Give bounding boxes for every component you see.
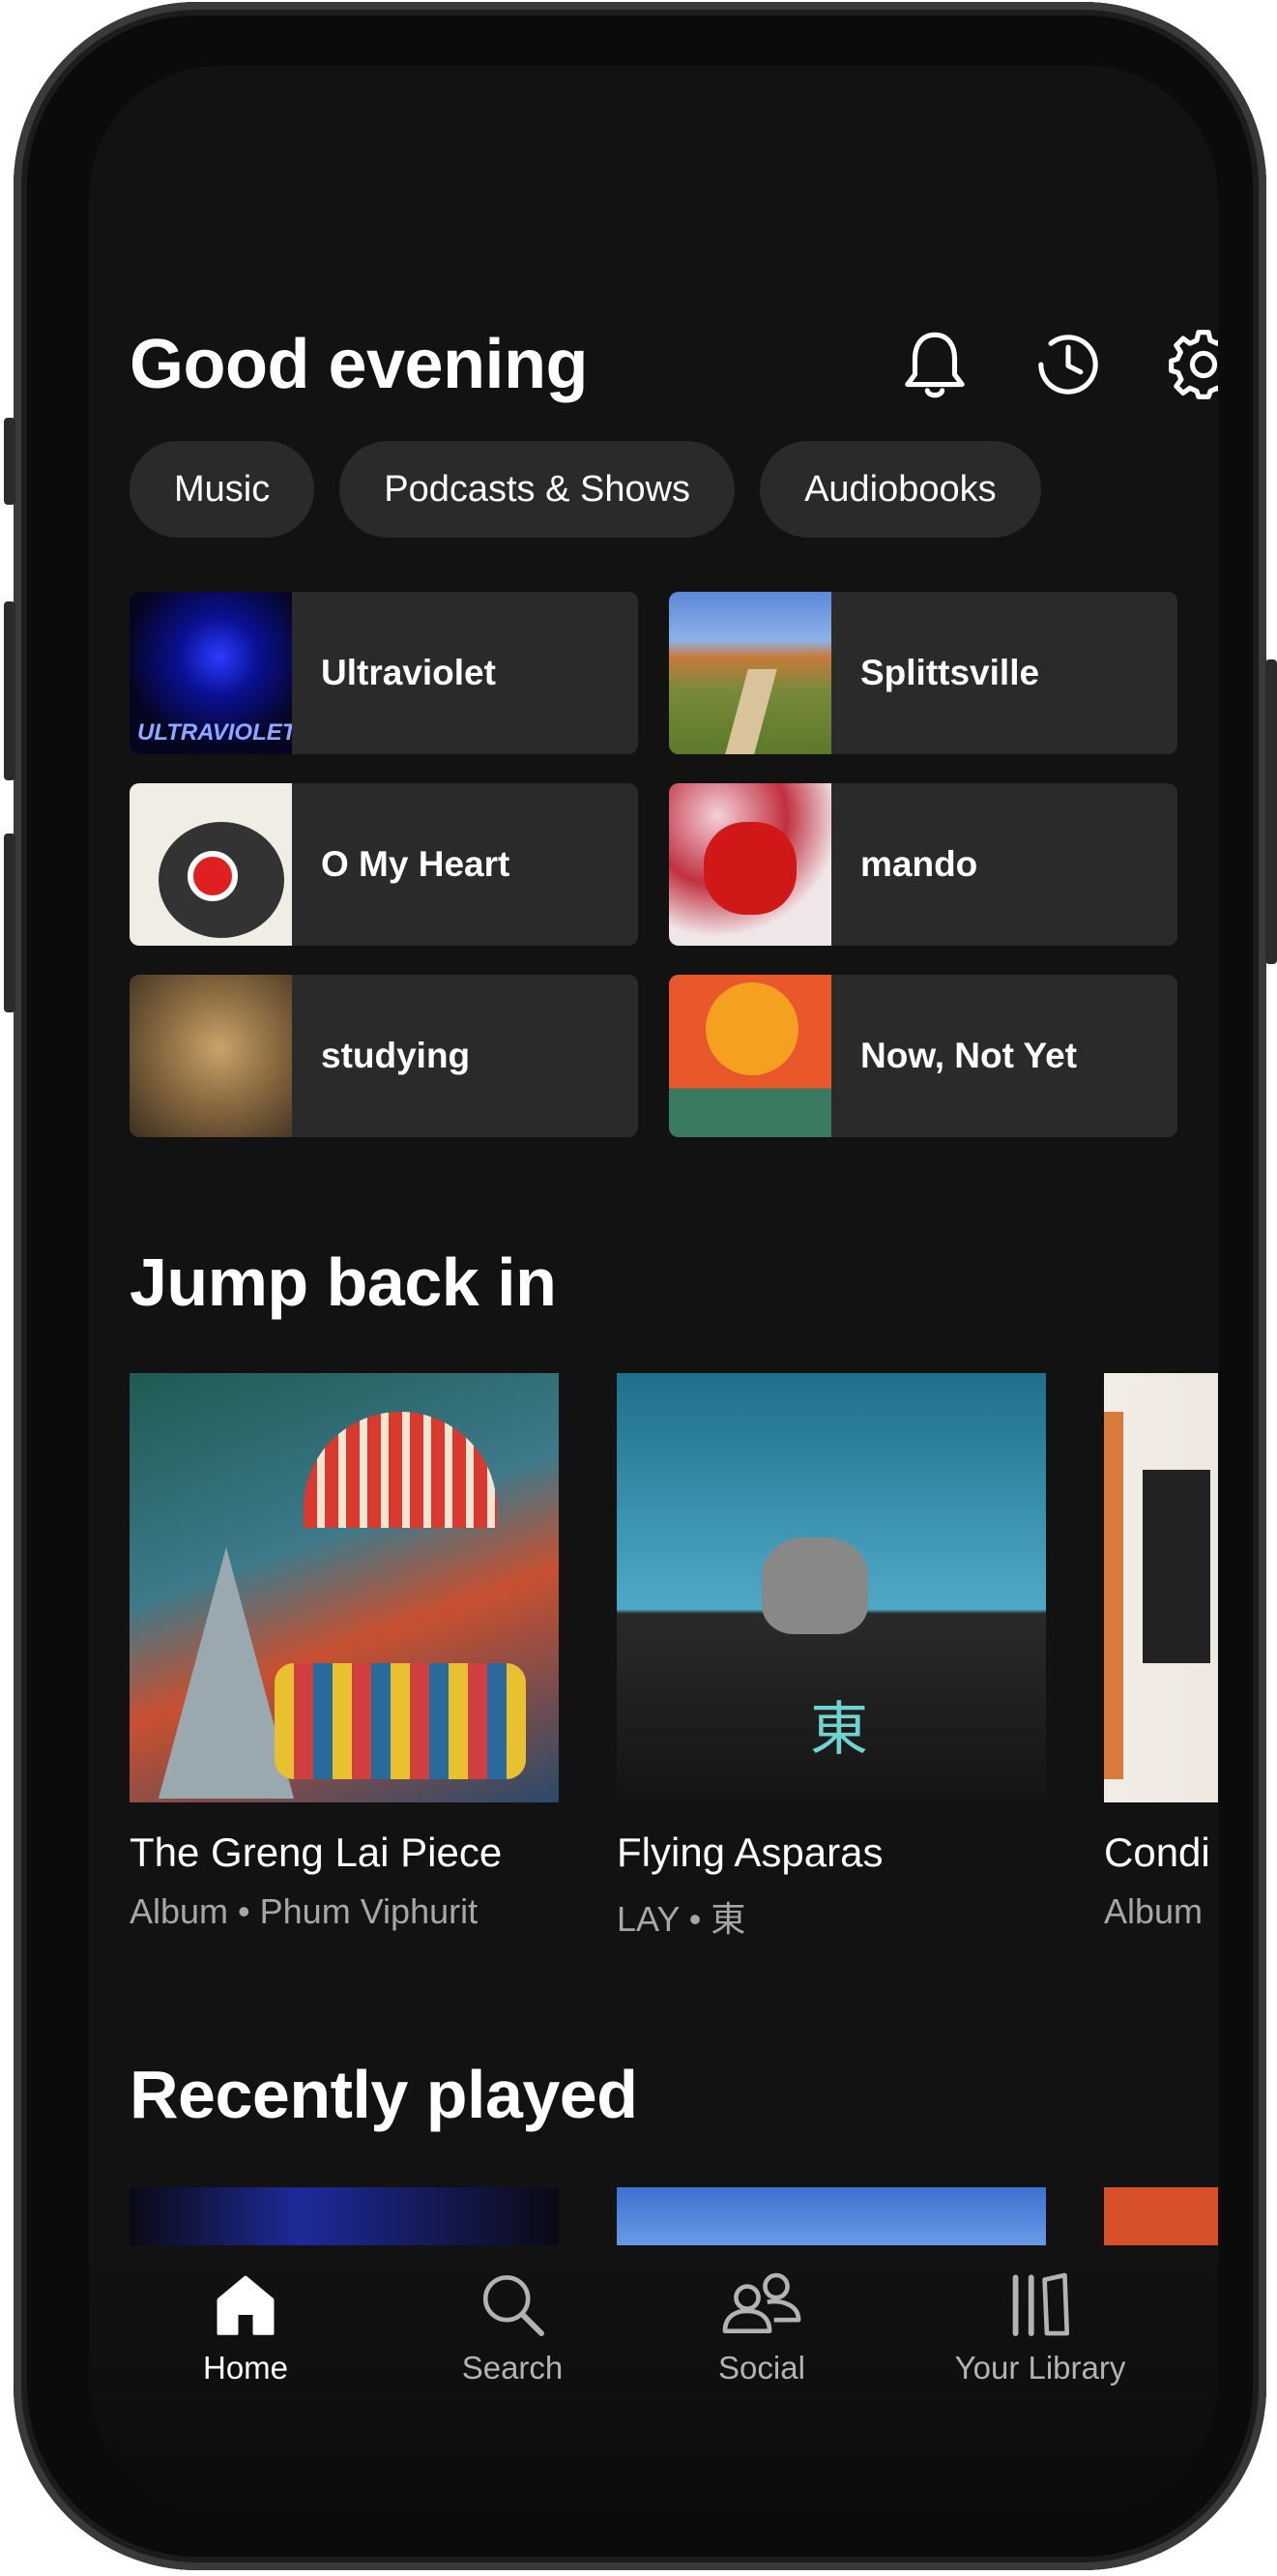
- phone-power-button: [1265, 659, 1277, 964]
- shortcut-mando[interactable]: mando: [669, 783, 1177, 946]
- cover-mando: [669, 783, 831, 946]
- bell-icon[interactable]: [895, 325, 974, 404]
- card-title: Condi: [1104, 1830, 1210, 1875]
- cover-figure-shape: [762, 1537, 868, 1634]
- shortcut-label: O My Heart: [321, 844, 510, 884]
- cover-sun-shape: [706, 982, 798, 1075]
- cover-studying: [130, 975, 292, 1137]
- cover-logo-art: ULTRAVIOLET: [137, 719, 292, 746]
- nav-social[interactable]: Social: [646, 2269, 878, 2386]
- section-title-jump-back-in: Jump back in: [130, 1244, 557, 1320]
- card-title: The Greng Lai Piece: [130, 1830, 503, 1875]
- shortcut-label: Ultraviolet: [321, 653, 496, 692]
- cover-shape: [1143, 1470, 1210, 1663]
- card-greng-lai-piece[interactable]: The Greng Lai Piece Album • Phum Viphuri…: [130, 1373, 559, 1932]
- shortcut-label: Now, Not Yet: [860, 1036, 1078, 1075]
- phone-volume-up: [4, 601, 15, 780]
- card-subtitle: Album • Phum Viphurit: [130, 1891, 479, 1931]
- nav-label: Search: [461, 2350, 564, 2386]
- nav-your-library[interactable]: Your Library: [924, 2269, 1156, 2386]
- home-header: Good evening: [130, 311, 1218, 418]
- card-condi[interactable]: Condi Album: [1104, 1373, 1218, 1932]
- nav-label: Your Library: [954, 2350, 1126, 2386]
- phone-frame: Good evening Music Podcasts & Shows Audi…: [4, 2, 1277, 2570]
- cover-splittsville: [669, 592, 831, 754]
- card-title: Flying Asparas: [617, 1830, 884, 1875]
- shortcut-now-not-yet[interactable]: Now, Not Yet: [669, 975, 1177, 1137]
- cover-glyph-art: 東: [810, 1697, 868, 1762]
- shortcut-label: Splittsville: [860, 653, 1040, 692]
- shortcut-ultraviolet[interactable]: ULTRAVIOLET Ultraviolet: [130, 592, 638, 754]
- search-icon: [482, 2274, 544, 2336]
- cover-temple-shape: [159, 1547, 294, 1799]
- cover-lantern-shape: [704, 822, 797, 915]
- section-title-recently-played: Recently played: [130, 2057, 638, 2132]
- nav-home[interactable]: Home: [130, 2269, 362, 2386]
- cover-path-shape: [725, 669, 777, 754]
- cover-umbrella-shape: [304, 1412, 497, 1528]
- cover-crowd-shape: [275, 1663, 526, 1779]
- shortcut-o-my-heart[interactable]: O My Heart: [130, 783, 638, 946]
- card-subtitle: LAY • 東: [617, 1899, 746, 1939]
- nav-label: Home: [202, 2350, 289, 2386]
- phone-mute-switch: [4, 418, 15, 505]
- recent-cover-3[interactable]: [1104, 2187, 1218, 2245]
- shortcut-label: mando: [860, 844, 978, 884]
- social-icon: [722, 2272, 801, 2333]
- recently-played-row: [130, 2187, 1218, 2245]
- cover-ultraviolet: ULTRAVIOLET: [130, 592, 292, 754]
- cover-o-my-heart: [130, 783, 292, 946]
- jump-back-in-carousel: The Greng Lai Piece Album • Phum Viphuri…: [130, 1373, 1218, 1939]
- cover-condi: [1104, 1373, 1218, 1802]
- chip-audiobooks[interactable]: Audiobooks: [760, 441, 1041, 538]
- library-icon: [1012, 2272, 1070, 2336]
- shortcut-studying[interactable]: studying: [130, 975, 638, 1137]
- shortcut-grid: ULTRAVIOLET Ultraviolet Splittsville O M…: [130, 592, 1177, 1137]
- shortcut-splittsville[interactable]: Splittsville: [669, 592, 1177, 754]
- app-screen: Good evening Music Podcasts & Shows Audi…: [89, 66, 1218, 2512]
- home-icon: [217, 2275, 275, 2335]
- cover-now-not-yet: [669, 975, 831, 1137]
- cover-flying-asparas: 東: [617, 1373, 1046, 1802]
- card-flying-asparas[interactable]: 東 Flying Asparas LAY • 東: [617, 1373, 1046, 1942]
- cover-greng-lai-piece: [130, 1373, 559, 1802]
- chip-music[interactable]: Music: [130, 441, 315, 538]
- cover-shape: [1104, 1412, 1123, 1779]
- recent-history-icon[interactable]: [1029, 325, 1108, 404]
- bottom-nav: Home Search Social Your Library: [89, 2245, 1218, 2512]
- chip-podcasts-shows[interactable]: Podcasts & Shows: [339, 441, 736, 538]
- filter-chips: Music Podcasts & Shows Audiobooks: [130, 441, 1041, 538]
- settings-gear-icon[interactable]: [1164, 325, 1218, 404]
- recent-cover-2[interactable]: [617, 2187, 1046, 2245]
- nav-label: Social: [718, 2350, 805, 2386]
- cover-shape: [188, 851, 238, 901]
- nav-search[interactable]: Search: [396, 2269, 628, 2386]
- phone-volume-down: [4, 834, 15, 1012]
- greeting-title: Good evening: [130, 326, 589, 403]
- recent-cover-1[interactable]: [130, 2187, 559, 2245]
- card-subtitle: Album: [1104, 1891, 1204, 1931]
- shortcut-label: studying: [321, 1036, 471, 1075]
